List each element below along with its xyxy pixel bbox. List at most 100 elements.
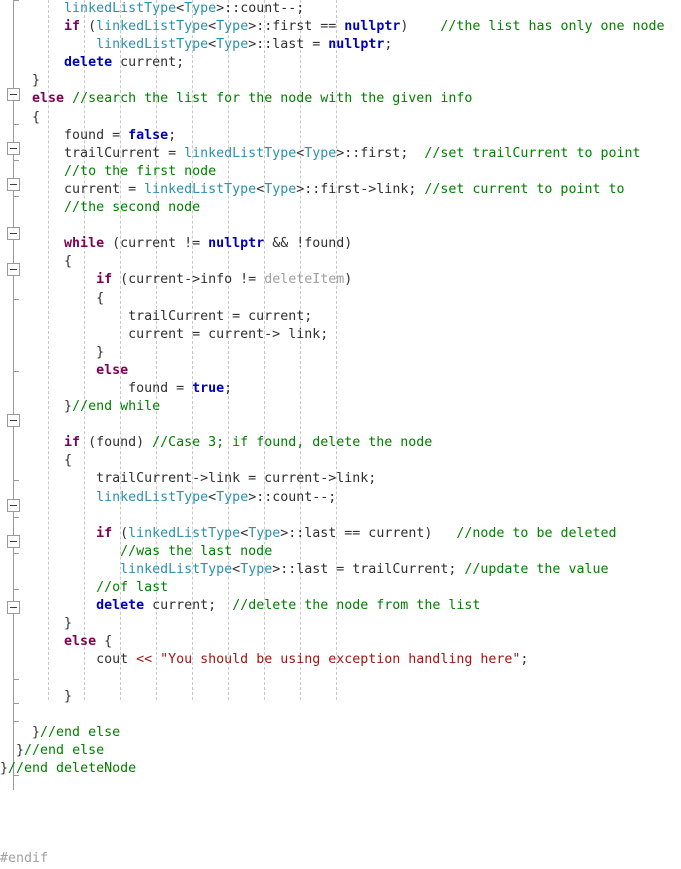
code-line[interactable] <box>0 507 681 525</box>
code-token: ( <box>112 525 129 541</box>
code-token: nullptr <box>344 19 401 35</box>
code-line[interactable]: { <box>0 253 681 271</box>
code-token: if <box>64 435 81 451</box>
code-token: current; <box>144 598 233 614</box>
code-line[interactable]: }//end else <box>0 724 681 742</box>
code-line[interactable] <box>0 814 681 832</box>
code-token: trailCurrent = current; <box>0 308 313 324</box>
code-line[interactable] <box>0 416 681 434</box>
code-line[interactable] <box>0 796 681 814</box>
code-token: ; <box>520 652 529 668</box>
code-line[interactable]: cout << "You should be using exception h… <box>0 651 681 669</box>
code-token: linkedListType <box>184 145 297 161</box>
code-token: Type <box>248 525 281 541</box>
code-line[interactable]: if (linkedListType<Type>::first == nullp… <box>0 18 681 36</box>
code-line[interactable]: trailCurrent = linkedListType<Type>::fir… <box>0 145 681 163</box>
code-token: Type <box>184 1 217 16</box>
code-token: last <box>272 37 305 53</box>
code-token: } <box>0 742 25 758</box>
code-line[interactable]: trailCurrent->link = current->link; <box>0 470 681 488</box>
code-token: trailCurrent->link = current->link; <box>0 471 377 487</box>
code-token: >:: <box>216 1 241 16</box>
code-line[interactable]: //of last <box>0 579 681 597</box>
code-line[interactable] <box>0 669 681 687</box>
code-line[interactable]: } <box>0 688 681 706</box>
code-token: } <box>0 688 73 704</box>
code-token: current; <box>112 55 185 71</box>
code-token: = <box>304 37 329 53</box>
code-line[interactable] <box>0 706 681 724</box>
code-token: ; <box>224 380 233 396</box>
code-token: linkedListType <box>96 19 209 35</box>
code-token: found = <box>0 127 129 143</box>
code-token: linkedListType <box>144 181 257 197</box>
code-line[interactable]: }//end while <box>0 398 681 416</box>
code-line[interactable]: while (current != nullptr && !found) <box>0 235 681 253</box>
code-line[interactable]: if (linkedListType<Type>::last == curren… <box>0 525 681 543</box>
code-line[interactable]: found = true; <box>0 380 681 398</box>
code-line[interactable]: else <box>0 362 681 380</box>
code-token: //of last <box>96 580 169 595</box>
code-token: { <box>0 109 41 125</box>
code-token: < <box>256 181 265 197</box>
code-line[interactable]: { <box>0 452 681 470</box>
code-token: >:: <box>248 37 273 53</box>
code-line[interactable]: delete current; //delete the node from t… <box>0 597 681 615</box>
code-token: last == current) <box>304 525 433 541</box>
code-line[interactable] <box>0 832 681 850</box>
code-line[interactable]: } <box>0 344 681 362</box>
code-line[interactable] <box>0 778 681 796</box>
code-line[interactable]: { <box>0 109 681 127</box>
code-token: Type <box>216 19 249 35</box>
code-token: Type <box>216 37 249 53</box>
code-token: current = current-> link; <box>0 326 329 342</box>
code-line[interactable]: } <box>0 72 681 90</box>
code-token: first <box>360 145 401 161</box>
code-token: nullptr <box>328 37 385 53</box>
code-line[interactable]: linkedListType<Type>::last = trailCurren… <box>0 561 681 579</box>
code-token: Type <box>264 181 297 197</box>
code-line[interactable]: else { <box>0 633 681 651</box>
code-token: else <box>32 91 65 107</box>
code-line[interactable]: if (current->info != deleteItem) <box>0 271 681 289</box>
code-line[interactable]: //to the first node <box>0 163 681 181</box>
code-token: >:: <box>336 145 361 161</box>
code-line[interactable]: #endif <box>0 850 681 868</box>
code-line[interactable]: linkedListType<Type>::last = nullptr; <box>0 36 681 54</box>
code-line[interactable]: current = current-> link; <box>0 326 681 344</box>
code-token: linkedListType <box>120 561 233 577</box>
code-line[interactable]: found = false; <box>0 127 681 145</box>
code-line[interactable] <box>0 217 681 235</box>
code-token: first <box>272 19 313 35</box>
code-line[interactable]: linkedListType<Type>::count--; <box>0 0 681 18</box>
code-token: if <box>96 272 113 288</box>
code-text-area[interactable]: linkedListType<Type>::count--; if (linke… <box>0 0 681 866</box>
code-token: } <box>0 724 41 740</box>
code-token: cout <box>0 652 137 668</box>
code-token: } <box>0 344 105 360</box>
code-line[interactable]: { <box>0 290 681 308</box>
code-line[interactable]: else //search the list for the node with… <box>0 90 681 108</box>
code-token: //search the list for the node with the … <box>72 91 473 107</box>
code-line[interactable]: if (found) //Case 3; if found, delete th… <box>0 434 681 452</box>
code-line[interactable]: }//end deleteNode <box>0 760 681 778</box>
code-token: //end deleteNode <box>8 760 137 776</box>
code-token: //end else <box>24 742 105 758</box>
code-editor[interactable]: linkedListType<Type>::count--; if (linke… <box>0 0 681 866</box>
code-line[interactable]: delete current; <box>0 54 681 72</box>
code-line[interactable]: linkedListType<Type>::count--; <box>0 489 681 507</box>
code-line[interactable]: current = linkedListType<Type>::first->l… <box>0 181 681 199</box>
code-line[interactable]: } <box>0 615 681 633</box>
code-line[interactable]: }//end else <box>0 742 681 760</box>
code-line[interactable]: trailCurrent = current; <box>0 308 681 326</box>
code-line[interactable]: //the second node <box>0 199 681 217</box>
code-line[interactable]: //was the last node <box>0 543 681 561</box>
code-token: { <box>0 453 73 469</box>
